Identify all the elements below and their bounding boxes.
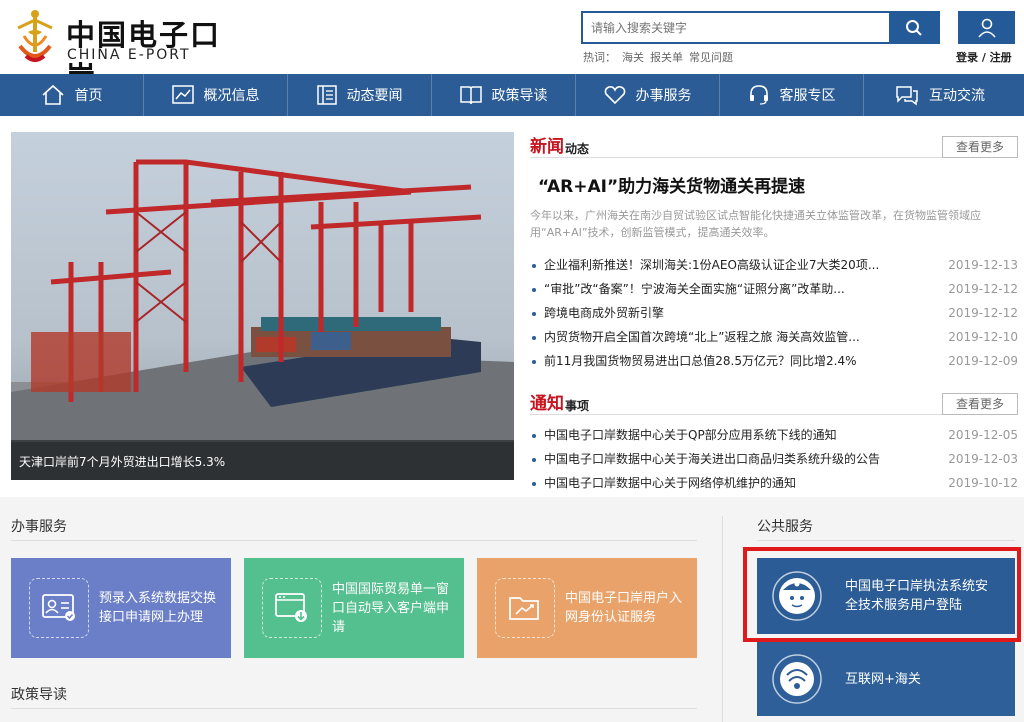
services-title-line bbox=[11, 540, 697, 541]
notice-row-title: 中国电子口岸数据中心关于QP部分应用系统下线的通知 bbox=[530, 423, 910, 447]
news-row[interactable]: 前11月我国货物贸易进出口总值28.5万亿元？同比增2.4% 2019-12-09 bbox=[530, 349, 1018, 373]
service-card-label: 中国国际贸易单一窗口自动导入客户端申请 bbox=[332, 581, 450, 635]
user-icon bbox=[977, 18, 996, 38]
nav-item-label: 动态要闻 bbox=[346, 88, 403, 104]
policy-title-line bbox=[11, 708, 697, 709]
news-row-date: 2019-12-12 bbox=[948, 306, 1018, 320]
home-icon bbox=[41, 84, 64, 105]
public-title-line bbox=[757, 540, 1015, 541]
news-row-title: 跨境电商成外贸新引擎 bbox=[530, 301, 910, 325]
public-services-title: 公共服务 bbox=[757, 519, 813, 535]
news-list: 企业福利新推送！深圳海关:1份AEO高级认证企业7大类20项... 2019-12… bbox=[530, 253, 1018, 373]
news-summary: 今年以来，广州海关在南沙自贸试验区试点智能化快捷通关立体监管改革，在货物监管领域… bbox=[530, 209, 981, 239]
news-row-date: 2019-12-12 bbox=[948, 282, 1018, 296]
notice-title-bar: 通知 事项 查看更多 bbox=[530, 387, 1018, 415]
nav-item-news[interactable]: 动态要闻 bbox=[288, 74, 432, 116]
nav-item-label: 政策导读 bbox=[491, 88, 548, 104]
news-headline[interactable]: “AR+AI”助力海关货物通关再提速 bbox=[538, 172, 1018, 197]
hot-words-label: 热词： bbox=[583, 51, 616, 64]
nav-item-interaction[interactable]: 互动交流 bbox=[864, 74, 1016, 116]
news-row[interactable]: 企业福利新推送！深圳海关:1份AEO高级认证企业7大类20项... 2019-12… bbox=[530, 253, 1018, 277]
public-service-label: 互联网+海关 bbox=[845, 671, 921, 687]
notice-row[interactable]: 中国电子口岸数据中心关于QP部分应用系统下线的通知 2019-12-05 bbox=[530, 423, 1018, 447]
news-row-title: “审批”改“备案”！宁波海关全面实施“证照分离”改革助... bbox=[530, 277, 910, 301]
news-icon bbox=[316, 85, 337, 105]
notice-row-title: 中国电子口岸数据中心关于网络停机维护的通知 bbox=[530, 471, 910, 495]
news-row-date: 2019-12-13 bbox=[948, 258, 1018, 272]
hot-word-link[interactable]: 常见问题 bbox=[689, 51, 733, 64]
nav-item-overview[interactable]: 概况信息 bbox=[144, 74, 288, 116]
policy-title: 政策导读 bbox=[11, 687, 67, 703]
internet-customs-icon bbox=[772, 654, 822, 704]
folder-chart-icon bbox=[495, 578, 555, 638]
service-card-label: 中国电子口岸用户入网身份认证服务 bbox=[565, 591, 683, 625]
notice-list: 中国电子口岸数据中心关于QP部分应用系统下线的通知 2019-12-05 中国电子… bbox=[530, 423, 1018, 495]
banner-carousel[interactable]: 天津口岸前7个月外贸进出口增长5.3% bbox=[11, 132, 514, 480]
heart-icon bbox=[604, 86, 625, 105]
news-row[interactable]: “审批”改“备案”！宁波海关全面实施“证照分离”改革助... 2019-12-12 bbox=[530, 277, 1018, 301]
news-row-date: 2019-12-10 bbox=[948, 330, 1018, 344]
service-card-label: 预录入系统数据交换接口申请网上办理 bbox=[99, 591, 217, 625]
nav-item-label: 概况信息 bbox=[203, 88, 260, 104]
nav-item-services[interactable]: 办事服务 bbox=[576, 74, 720, 116]
id-card-icon bbox=[29, 578, 89, 638]
news-title-bar: 新闻 动态 查看更多 bbox=[530, 130, 1018, 158]
services-title: 办事服务 bbox=[11, 519, 67, 535]
nav-item-label: 客服专区 bbox=[779, 88, 836, 104]
service-card-identity-auth[interactable]: 中国电子口岸用户入网身份认证服务 bbox=[477, 558, 697, 658]
search-input[interactable] bbox=[583, 13, 891, 42]
notice-row[interactable]: 中国电子口岸数据中心关于网络停机维护的通知 2019-10-12 bbox=[530, 471, 1018, 495]
news-row-title: 企业福利新推送！深圳海关:1份AEO高级认证企业7大类20项... bbox=[530, 253, 910, 277]
login-register-link[interactable]: 登录 / 注册 bbox=[956, 49, 1012, 65]
notice-title-red: 通知 bbox=[530, 394, 564, 414]
highlight-box bbox=[743, 547, 1021, 642]
section-divider bbox=[722, 516, 723, 722]
service-card-preentry[interactable]: 预录入系统数据交换接口申请网上办理 bbox=[11, 558, 231, 658]
user-button[interactable] bbox=[958, 11, 1015, 44]
notice-row-date: 2019-12-03 bbox=[948, 452, 1018, 466]
news-row[interactable]: 内贸货物开启全国首次跨境“北上”返程之旅 海关高效监管... 2019-12-10 bbox=[530, 325, 1018, 349]
notice-row-date: 2019-10-12 bbox=[948, 476, 1018, 490]
nav-item-label: 互动交流 bbox=[929, 88, 985, 104]
public-service-internet-customs[interactable]: 互联网+海关 bbox=[757, 642, 1015, 716]
chart-icon bbox=[171, 85, 194, 104]
hot-words: 热词： 海关 报关单 常见问题 bbox=[583, 49, 739, 65]
main-nav: 首页 概况信息 动态要闻 政策导读 办事服务 客服专区 互动交流 bbox=[0, 74, 1024, 116]
notice-title-black: 事项 bbox=[565, 399, 590, 413]
chat-icon bbox=[896, 86, 918, 106]
nav-item-home[interactable]: 首页 bbox=[0, 74, 144, 116]
download-window-icon bbox=[262, 578, 322, 638]
service-card-single-window[interactable]: 中国国际贸易单一窗口自动导入客户端申请 bbox=[244, 558, 464, 658]
nav-item-label: 首页 bbox=[74, 88, 103, 104]
notice-row-date: 2019-12-05 bbox=[948, 428, 1018, 442]
notice-more-button[interactable]: 查看更多 bbox=[942, 393, 1018, 415]
customs-emblem-icon bbox=[17, 10, 53, 62]
search-box bbox=[581, 11, 940, 44]
news-more-button[interactable]: 查看更多 bbox=[942, 136, 1018, 158]
logo-text-en: CHINA E-PORT bbox=[67, 47, 191, 63]
news-section: 新闻 动态 查看更多 “AR+AI”助力海关货物通关再提速 今年以来，广州海关在… bbox=[530, 130, 1018, 495]
nav-item-label: 办事服务 bbox=[635, 88, 692, 104]
hot-word-link[interactable]: 海关 bbox=[622, 51, 644, 64]
nav-item-policy[interactable]: 政策导读 bbox=[432, 74, 576, 116]
book-icon bbox=[459, 86, 482, 105]
nav-item-support[interactable]: 客服专区 bbox=[720, 74, 864, 116]
news-row-title: 内贸货物开启全国首次跨境“北上”返程之旅 海关高效监管... bbox=[530, 325, 910, 349]
news-title-black: 动态 bbox=[565, 142, 590, 156]
site-logo[interactable]: 中国电子口岸 CHINA E-PORT bbox=[10, 6, 240, 94]
search-button[interactable] bbox=[889, 13, 938, 42]
headset-icon bbox=[749, 85, 768, 105]
news-row[interactable]: 跨境电商成外贸新引擎 2019-12-12 bbox=[530, 301, 1018, 325]
news-row-title: 前11月我国货物贸易进出口总值28.5万亿元？同比增2.4% bbox=[530, 349, 910, 373]
header: 中国电子口岸 CHINA E-PORT 热词： 海关报关单常见问题 登录 / 注册 bbox=[0, 0, 1024, 94]
notice-row-title: 中国电子口岸数据中心关于海关进出口商品归类系统升级的公告 bbox=[530, 447, 910, 471]
news-title-red: 新闻 bbox=[530, 137, 564, 157]
news-row-date: 2019-12-09 bbox=[948, 354, 1018, 368]
search-icon bbox=[905, 19, 922, 36]
banner-caption[interactable]: 天津口岸前7个月外贸进出口增长5.3% bbox=[11, 440, 514, 480]
hot-word-link[interactable]: 报关单 bbox=[650, 51, 683, 64]
port-cranes-image bbox=[11, 132, 514, 480]
notice-row[interactable]: 中国电子口岸数据中心关于海关进出口商品归类系统升级的公告 2019-12-03 bbox=[530, 447, 1018, 471]
